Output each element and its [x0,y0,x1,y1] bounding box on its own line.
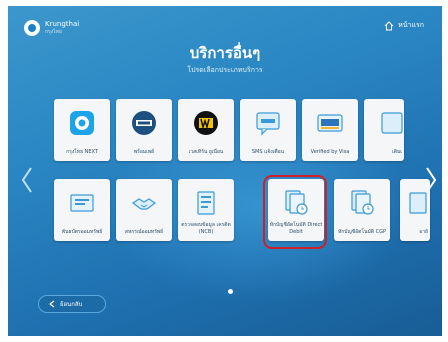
krungthai-logo-icon [24,20,40,36]
page-subtitle: โปรดเลือกประเภทบริการ [187,66,263,74]
sms-icon [256,112,280,136]
bank-name: Krungthai [45,19,80,28]
tile-sms-alert[interactable]: SMS แจ้งเตือน [240,99,296,161]
tile-savings-bond[interactable]: พันธบัตรออมทรัพย์ [54,179,110,241]
visa-icon [317,114,343,132]
tile-western-union[interactable]: เวสเทิร์น ยูเนี่ยน [178,99,234,161]
tile-cooperative[interactable]: สหกรณ์ออมทรัพย์ [116,179,172,241]
tile-label: พร้อมเพย์ [133,149,155,155]
handshake-icon [131,198,157,210]
tile-partial-freeze[interactable]: อายั [400,179,430,241]
bank-logo: Krungthai กรุงไทย [24,20,79,36]
bank-name-thai: กรุงไทย [45,28,62,35]
promptpay-icon [132,111,156,135]
highlight-box [263,175,327,249]
krungthai-next-icon [70,111,94,135]
tile-label: พันธบัตรออมทรัพย์ [61,229,103,235]
tile-label: ตรวจสอบข้อมูล เครดิต (NCB) [181,222,231,235]
back-label: ย้อนกลับ [60,301,83,308]
tile-label: Verified by Visa [310,149,350,155]
tile-label: เติมเ [392,149,402,155]
kiosk-photo: Krungthai กรุงไทย หน้าแรก บริการอื่นๆ โป… [0,0,448,342]
topup-icon [381,112,403,134]
back-button[interactable]: ย้อนกลับ [38,295,106,313]
tile-label: เวสเทิร์น ยูเนี่ยน [188,149,224,155]
tile-label: กรุงไทย NEXT [66,149,98,155]
chevron-left-icon[interactable] [20,166,34,194]
tile-label: สหกรณ์ออมทรัพย์ [124,229,164,235]
bond-icon [70,194,94,212]
tile-ncb-credit[interactable]: ตรวจสอบข้อมูล เครดิต (NCB) [178,179,234,241]
chevron-left-icon [49,300,55,308]
freeze-icon [409,192,427,214]
ncb-icon [197,191,215,215]
western-union-icon [194,111,218,135]
tile-cgp[interactable]: หักบัญชีอัตโนมัติ CGP [334,179,390,241]
page-title: บริการอื่นๆ [189,44,261,62]
tile-label: หักบัญชีอัตโนมัติ CGP [337,229,387,235]
home-icon [384,20,394,30]
home-label: หน้าแรก [398,21,424,29]
page-dot-active[interactable] [228,289,233,294]
tile-label: อายั [419,229,428,235]
tile-promptpay[interactable]: พร้อมเพย์ [116,99,172,161]
tile-verified-by-visa[interactable]: Verified by Visa [302,99,358,161]
atm-screen: Krungthai กรุงไทย หน้าแรก บริการอื่นๆ โป… [8,6,442,336]
home-button[interactable]: หน้าแรก [384,20,424,31]
tile-label: SMS แจ้งเตือน [251,149,285,155]
tile-partial-topup[interactable]: เติมเ [364,99,404,161]
tile-krungthai-next[interactable]: กรุงไทย NEXT [54,99,110,161]
cgp-icon [351,190,374,215]
